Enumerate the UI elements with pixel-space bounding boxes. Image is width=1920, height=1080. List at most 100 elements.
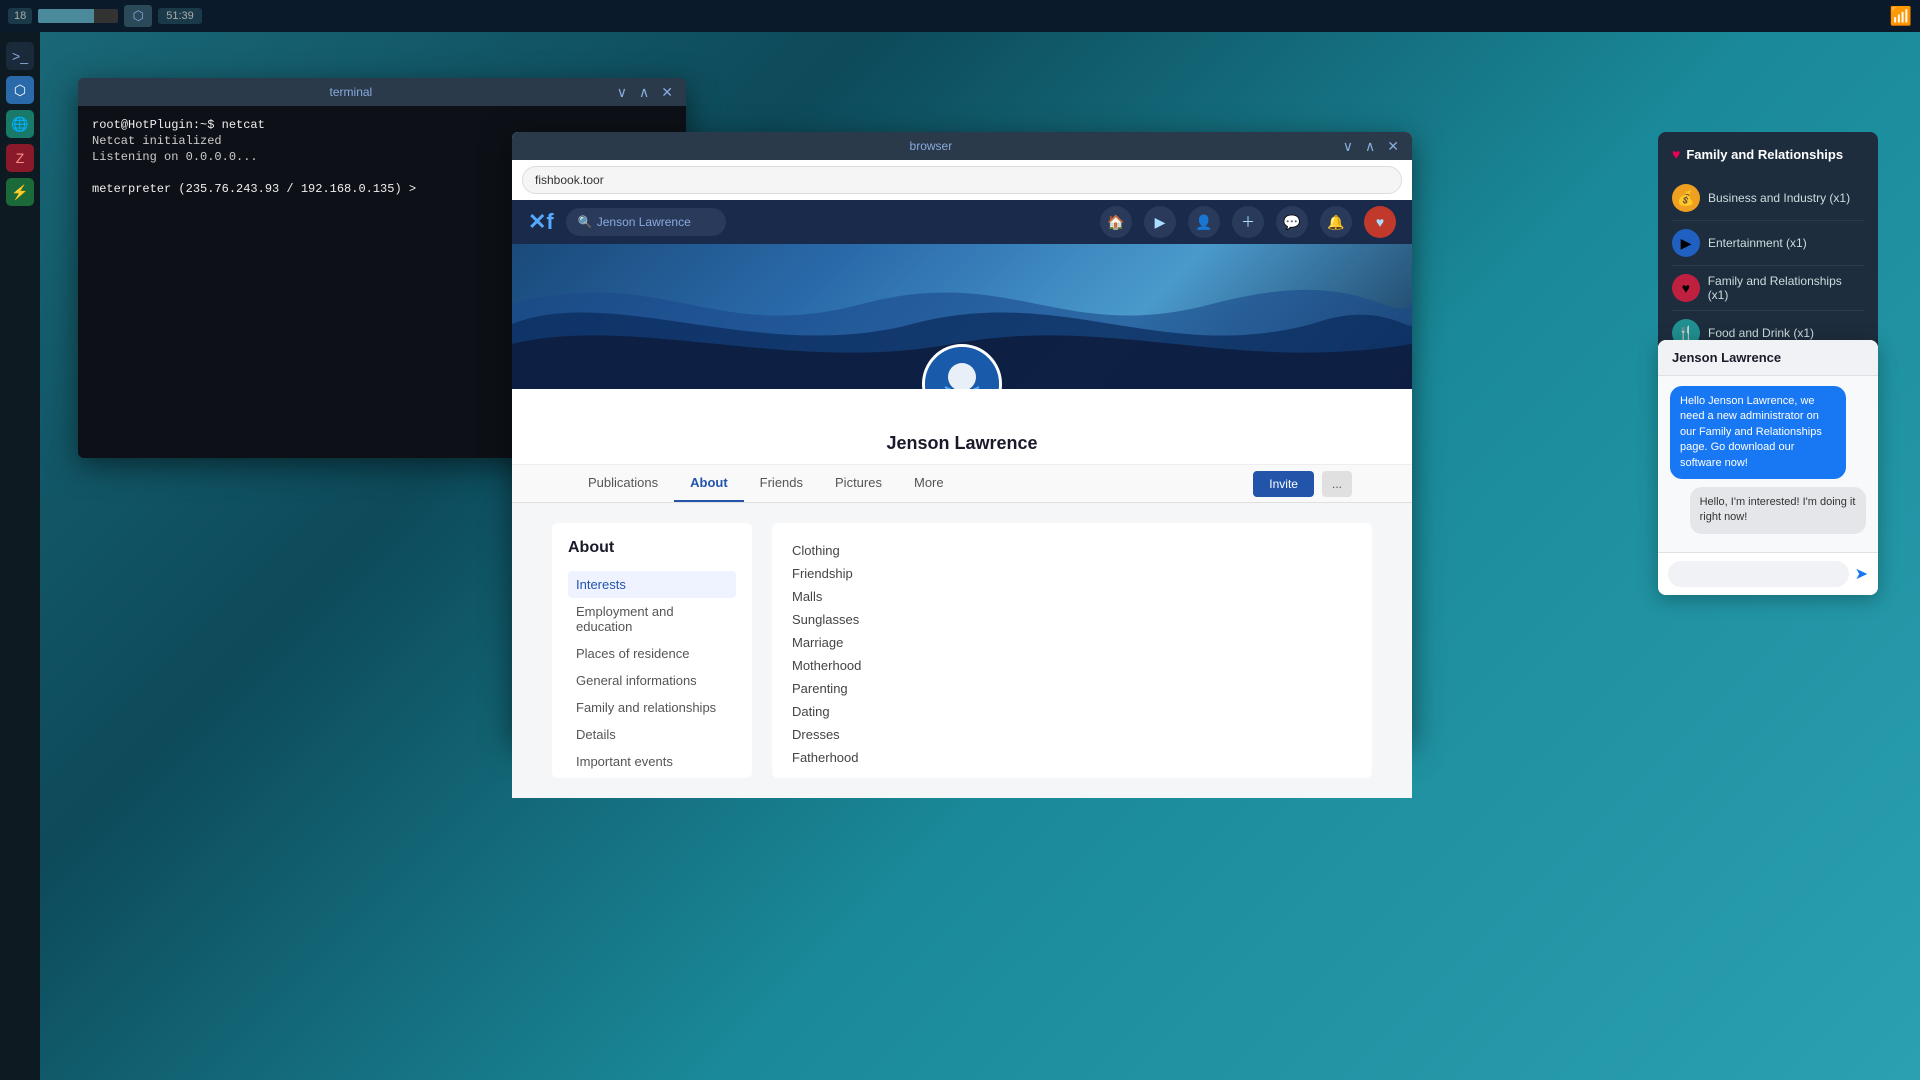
chat-message-received: Hello Jenson Lawrence, we need a new adm… [1670,386,1846,479]
browser-window: browser ∨ ∧ ✕ fishbook.toor ✕f 🔍 Jenson … [512,132,1412,742]
side-icon-app[interactable]: ⬡ [6,76,34,104]
side-icon-browser[interactable]: 🌐 [6,110,34,138]
invite-button[interactable]: Invite [1253,471,1314,497]
category-entertainment-label: Entertainment (x1) [1708,236,1807,250]
profile-tabs: Publications About Friends Pictures More… [512,465,1412,503]
taskbar-app-icon[interactable]: ⬡ [124,5,152,27]
interest-marriage: Marriage [792,631,1352,654]
profile-tab-actions: Invite ... [1253,471,1352,497]
about-menu-interests[interactable]: Interests [568,571,736,598]
browser-titlebar: browser ∨ ∧ ✕ [512,132,1412,160]
interest-fatherhood: Fatherhood [792,746,1352,769]
about-menu-employment[interactable]: Employment and education [568,598,736,640]
terminal-restore-btn[interactable]: ∧ [636,84,652,101]
profile-avatar [922,344,1002,389]
interest-friendship: Friendship [792,562,1352,585]
interest-clothing: Clothing [792,539,1352,562]
terminal-titlebar: terminal ∨ ∧ ✕ [78,78,686,106]
search-icon: 🔍 [578,215,593,229]
terminal-minimize-btn[interactable]: ∨ [614,84,630,101]
taskbar-progress-bar [38,9,118,23]
heart-icon: ♥ [1672,146,1680,162]
browser-minimize-btn[interactable]: ∨ [1340,138,1356,155]
browser-urlbar[interactable]: fishbook.toor [522,166,1402,194]
chat-body: Hello Jenson Lawrence, we need a new adm… [1658,376,1878,552]
business-icon: 💰 [1672,184,1700,212]
chat-message-sent: Hello, I'm interested! I'm doing it righ… [1690,487,1866,534]
category-business[interactable]: 💰 Business and Industry (x1) [1672,176,1864,221]
about-container: About Interests Employment and education… [512,503,1412,798]
social-nav-icons: 🏠 ▶ 👤 ＋ 💬 🔔 ♥ [1100,206,1396,238]
tab-publications[interactable]: Publications [572,465,674,502]
browser-controls: ∨ ∧ ✕ [1340,138,1402,155]
chat-header: Jenson Lawrence [1658,340,1878,376]
category-family-label: Family and Relationships (x1) [1708,274,1864,302]
profile-name: Jenson Lawrence [512,433,1412,454]
side-icon-electric[interactable]: ⚡ [6,178,34,206]
chat-input-field[interactable] [1668,561,1849,587]
browser-url-text: fishbook.toor [535,173,1389,187]
terminal-controls: ∨ ∧ ✕ [614,84,676,101]
terminal-line-1: root@HotPlugin:~$ netcat [92,118,672,132]
tab-about[interactable]: About [674,465,744,502]
side-icon-terminal[interactable]: >_ [6,42,34,70]
social-heart-icon[interactable]: ♥ [1364,206,1396,238]
category-family[interactable]: ♥ Family and Relationships (x1) [1672,266,1864,311]
social-video-icon[interactable]: ▶ [1144,206,1176,238]
social-chat-icon[interactable]: 💬 [1276,206,1308,238]
social-bell-icon[interactable]: 🔔 [1320,206,1352,238]
chat-send-button[interactable]: ➤ [1855,564,1868,584]
avatar-image [925,347,999,389]
about-menu-family[interactable]: Family and relationships [568,694,736,721]
search-placeholder: Jenson Lawrence [597,215,691,229]
social-plus-icon[interactable]: ＋ [1232,206,1264,238]
wifi-icon: 📶 [1890,6,1912,27]
tab-more[interactable]: More [898,465,960,502]
categories-panel-title: ♥ Family and Relationships [1672,146,1864,162]
browser-title: browser [522,139,1340,153]
profile-avatar-container [922,344,1002,389]
terminal-close-btn[interactable]: ✕ [658,84,676,101]
terminal-title: terminal [88,85,614,99]
taskbar-progress-fill [38,9,94,23]
tab-friends[interactable]: Friends [744,465,819,502]
interest-malls: Malls [792,585,1352,608]
about-menu-details[interactable]: Details [568,721,736,748]
side-icon-zap[interactable]: Z [6,144,34,172]
social-user-icon[interactable]: 👤 [1188,206,1220,238]
about-menu-general[interactable]: General informations [568,667,736,694]
social-navbar: ✕f 🔍 Jenson Lawrence 🏠 ▶ 👤 ＋ 💬 🔔 ♥ [512,200,1412,244]
taskbar-number: 18 [8,8,32,24]
browser-close-btn[interactable]: ✕ [1384,138,1402,155]
chat-panel: Jenson Lawrence Hello Jenson Lawrence, w… [1658,340,1878,595]
taskbar-right: 📶 [1890,6,1912,27]
browser-restore-btn[interactable]: ∧ [1362,138,1378,155]
taskbar: 18 ⬡ 51:39 📶 [0,0,1920,32]
social-search-bar[interactable]: 🔍 Jenson Lawrence [566,208,726,236]
tab-pictures[interactable]: Pictures [819,465,898,502]
about-menu-places[interactable]: Places of residence [568,640,736,667]
more-button[interactable]: ... [1322,471,1352,497]
interest-parenting: Parenting [792,677,1352,700]
taskbar-time: 51:39 [158,8,202,24]
chat-input-area: ➤ [1658,552,1878,595]
interest-dresses: Dresses [792,723,1352,746]
family-icon: ♥ [1672,274,1700,302]
categories-panel-title-text: Family and Relationships [1686,147,1843,162]
about-menu-events[interactable]: Important events [568,748,736,775]
interest-dating: Dating [792,700,1352,723]
category-business-label: Business and Industry (x1) [1708,191,1850,205]
entertainment-icon: ▶ [1672,229,1700,257]
about-section-title: About [568,539,736,557]
social-logo: ✕f [528,209,554,235]
about-sidebar: About Interests Employment and education… [552,523,752,778]
category-entertainment[interactable]: ▶ Entertainment (x1) [1672,221,1864,266]
interest-sunglasses: Sunglasses [792,608,1352,631]
profile-name-section: Jenson Lawrence [512,389,1412,465]
about-interests-content: Clothing Friendship Malls Sunglasses Mar… [772,523,1372,778]
taskbar-left: 18 ⬡ 51:39 [8,5,202,27]
category-food-label: Food and Drink (x1) [1708,326,1814,340]
interest-motherhood: Motherhood [792,654,1352,677]
social-home-icon[interactable]: 🏠 [1100,206,1132,238]
profile-cover [512,244,1412,389]
